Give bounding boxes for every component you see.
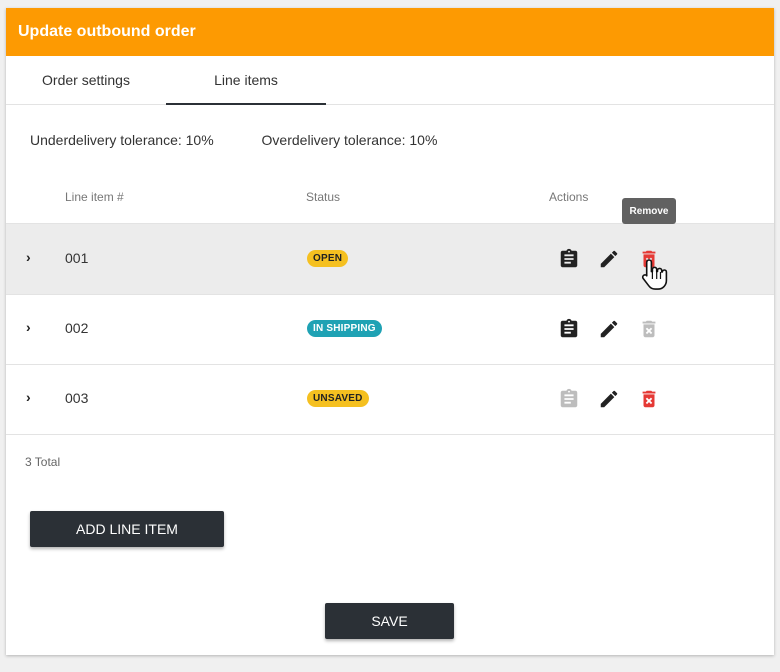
line-item-number: 002 <box>65 320 89 336</box>
tab-line-items[interactable]: Line items <box>166 56 326 105</box>
chevron-right-icon[interactable]: › <box>26 249 31 265</box>
tolerance-info: Underdelivery tolerance: 10% Overdeliver… <box>30 132 437 148</box>
total-count: 3 Total <box>25 455 61 469</box>
status-badge: IN SHIPPING <box>307 320 382 337</box>
clipboard-icon[interactable] <box>558 248 580 270</box>
pencil-icon[interactable] <box>598 388 620 410</box>
remove-tooltip: Remove <box>622 198 676 224</box>
column-header-actions: Actions <box>549 190 589 204</box>
status-badge: OPEN <box>307 250 349 267</box>
dialog-header: Update outbound order <box>6 8 774 56</box>
pencil-icon[interactable] <box>598 248 620 270</box>
dialog-title: Update outbound order <box>18 23 196 40</box>
line-item-number: 003 <box>65 390 89 406</box>
add-line-item-button[interactable]: ADD LINE ITEM <box>30 511 224 547</box>
trash-icon <box>642 320 656 338</box>
line-item-number: 001 <box>65 250 89 266</box>
clipboard-icon[interactable] <box>558 318 580 340</box>
column-header-status: Status <box>306 190 341 204</box>
pencil-icon[interactable] <box>598 318 620 340</box>
overdelivery-tolerance: Overdelivery tolerance: 10% <box>261 132 438 148</box>
save-button[interactable]: SAVE <box>325 603 454 639</box>
hand-cursor-icon <box>641 259 668 290</box>
underdelivery-tolerance: Underdelivery tolerance: 10% <box>30 132 214 148</box>
tab-order-settings[interactable]: Order settings <box>6 56 166 104</box>
update-order-dialog: Update outbound order Order settings Lin… <box>6 8 774 655</box>
status-badge: UNSAVED <box>307 390 369 407</box>
trash-icon[interactable] <box>638 388 660 410</box>
chevron-right-icon[interactable]: › <box>26 319 31 335</box>
table-row[interactable]: › 003 UNSAVED <box>6 364 774 435</box>
tab-bar: Order settings Line items <box>6 56 774 105</box>
table-row[interactable]: › 002 IN SHIPPING <box>6 294 774 365</box>
clipboard-icon <box>560 388 578 408</box>
chevron-right-icon[interactable]: › <box>26 389 31 405</box>
column-header-line-item: Line item # <box>65 190 124 204</box>
